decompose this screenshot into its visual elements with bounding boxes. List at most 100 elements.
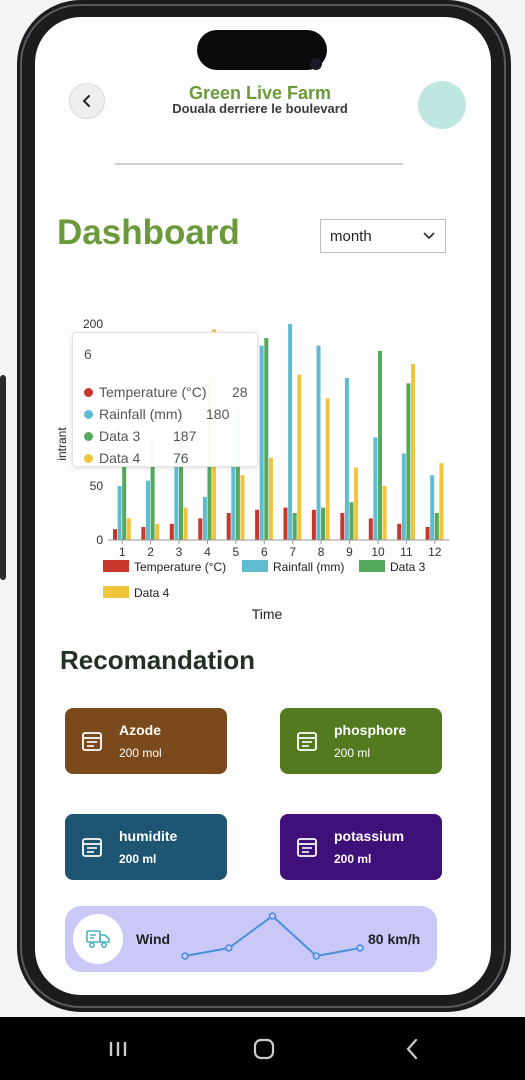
rec-card-phosphore[interactable]: phosphore 200 ml [280, 708, 442, 774]
chart-bar [122, 464, 127, 540]
chart-bar [378, 351, 382, 540]
wind-trend-point [356, 944, 364, 952]
camera-dot [310, 58, 322, 70]
chart-bar [113, 529, 117, 540]
back-button[interactable] [69, 83, 105, 119]
chart-bar [340, 513, 345, 540]
farm-location: Douala derriere le boulevard [172, 101, 348, 116]
home-icon [253, 1038, 275, 1060]
chart-tooltip: 6 Temperature (°C) 28 Rainfall (mm) 180 … [72, 332, 258, 467]
legend-swatch [103, 586, 129, 598]
chart-legend: Temperature (°C) Rainfall (mm) Data 3 Data … [103, 560, 426, 600]
chart-bar [401, 453, 406, 540]
rec-card-humidite[interactable]: humidite 200 ml [65, 814, 227, 880]
chart-bar [169, 523, 174, 540]
wind-card[interactable]: Wind 80 km/h [65, 906, 437, 972]
chart-bar [264, 338, 269, 540]
chart-bar [439, 463, 444, 540]
chart-bar [321, 507, 326, 540]
rec-card-azode[interactable]: Azode 200 mol [65, 708, 227, 774]
chart-bar [406, 383, 411, 540]
calendar-icon [82, 838, 102, 857]
tooltip-dot [84, 453, 93, 463]
x-tick-label: 3 [176, 545, 183, 559]
tooltip-series-name: Data 3 [99, 428, 141, 444]
chart-bar [255, 509, 260, 540]
page-title: Dashboard [57, 213, 240, 252]
android-nav-bar [0, 1017, 525, 1080]
phone-screen: Green Live Farm Douala derriere le boule… [35, 17, 491, 995]
chart-bar [283, 507, 288, 540]
chart-bar [268, 457, 273, 540]
chart-bar [349, 502, 354, 540]
header-divider [115, 163, 403, 165]
calendar-icon [297, 732, 317, 751]
x-tick-label: 10 [371, 545, 385, 559]
wind-value: 80 km/h [368, 931, 421, 947]
chart-bar [368, 518, 373, 540]
chart-bar [155, 523, 160, 540]
wind-trend-point [181, 952, 189, 960]
tooltip-title: 6 [84, 346, 92, 362]
chart-bar [297, 374, 302, 540]
y-tick-label: 0 [96, 533, 103, 547]
rec-card-value: 200 ml [334, 852, 372, 866]
chart-bar [202, 496, 207, 540]
home-button[interactable] [246, 1035, 282, 1063]
x-axis-label: Time [252, 606, 283, 622]
wind-truck-icon [86, 930, 110, 949]
legend-label: Data 4 [134, 586, 170, 600]
chart-bar [373, 437, 378, 540]
chevron-down-icon [423, 232, 435, 240]
rec-card-name: humidite [119, 828, 178, 844]
period-select[interactable]: month [320, 219, 446, 253]
x-tick-label: 5 [233, 545, 240, 559]
chart-bar [316, 345, 321, 540]
chart-bar [146, 480, 150, 540]
recents-icon [109, 1042, 127, 1056]
rec-card-name: phosphore [334, 722, 407, 738]
chart-bar [259, 345, 264, 540]
x-tick-label: 8 [318, 545, 325, 559]
chart-bar [344, 378, 349, 540]
tooltip-dot [84, 387, 93, 397]
wind-label: Wind [136, 931, 171, 947]
app-root: Green Live Farm Douala derriere le boule… [0, 0, 525, 1080]
back-icon [406, 1038, 418, 1060]
tooltip-series-value: 76 [173, 450, 189, 466]
tooltip-row: Temperature (°C) 28 [84, 382, 254, 402]
chart-bar [434, 513, 439, 540]
y-axis-label: intrant [55, 427, 69, 461]
legend-label: Rainfall (mm) [273, 560, 344, 574]
chart-bar [325, 398, 330, 540]
x-tick-label: 7 [289, 545, 296, 559]
calendar-icon [297, 838, 317, 857]
recents-button[interactable] [100, 1035, 136, 1063]
recommendation-title: Recomandation [60, 645, 256, 675]
chart-bar [354, 467, 359, 540]
nav-back-button[interactable] [394, 1035, 430, 1063]
side-button [0, 375, 6, 580]
avatar[interactable] [418, 81, 466, 129]
legend-swatch [103, 560, 129, 572]
rec-card-name: potassium [334, 828, 405, 844]
tooltip-series-name: Data 4 [99, 450, 141, 466]
chart-bar [198, 518, 203, 540]
chart-bar [183, 507, 188, 540]
tooltip-dot [84, 431, 93, 441]
chart-bar [430, 475, 435, 540]
x-tick-label: 12 [428, 545, 442, 559]
calendar-icon [82, 732, 102, 751]
rec-card-potassium[interactable]: potassium 200 ml [280, 814, 442, 880]
tooltip-series-name: Rainfall (mm) [99, 406, 183, 422]
rec-card-value: 200 mol [119, 746, 162, 760]
tooltip-series-value: 180 [206, 406, 230, 422]
x-tick-label: 11 [400, 545, 413, 559]
chart-bar [425, 527, 430, 540]
wind-trend-point [224, 944, 233, 952]
wind-trend-point [268, 912, 277, 920]
y-tick-label: 200 [83, 317, 103, 331]
chart-bar [126, 518, 131, 540]
chart-bar [141, 527, 146, 540]
tooltip-series-value: 187 [173, 428, 197, 444]
